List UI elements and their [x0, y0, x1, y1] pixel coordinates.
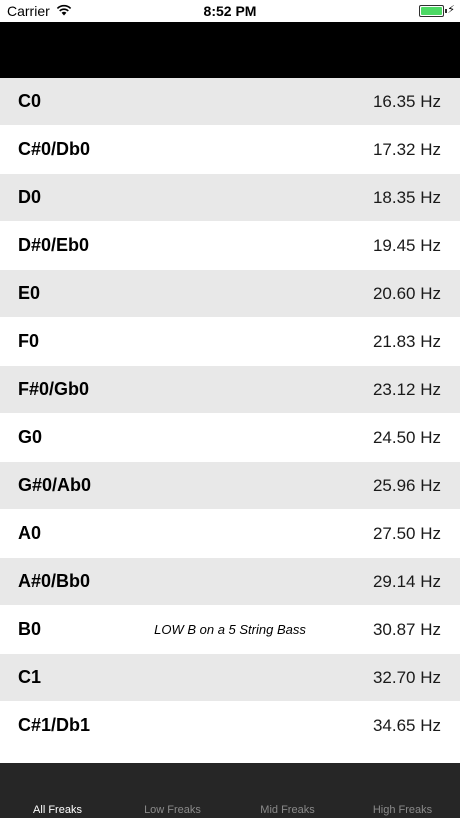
note-row[interactable]: B0 LOW B on a 5 String Bass 30.87 Hz — [0, 606, 460, 654]
tab-mid-freaks[interactable]: Mid Freaks — [230, 763, 345, 818]
note-frequency-list[interactable]: C0 16.35 Hz C#0/Db0 17.32 Hz D0 18.35 Hz D#0/E… — [0, 78, 460, 763]
note-row[interactable]: D0 18.35 Hz — [0, 174, 460, 222]
note-name: C#1/Db1 — [18, 715, 91, 735]
note-row[interactable]: A#0/Bb0 29.14 Hz — [0, 558, 460, 606]
note-frequency: 18.35 Hz — [372, 187, 441, 207]
note-name: A#0/Bb0 — [18, 571, 91, 591]
charging-icon: ⚡ — [447, 4, 455, 16]
note-row[interactable]: C#0/Db0 17.32 Hz — [0, 126, 460, 174]
tab-label: Mid Freaks — [260, 804, 315, 816]
tab-all-freaks[interactable]: All Freaks — [0, 763, 115, 818]
tab-low-freaks[interactable]: Low Freaks — [115, 763, 230, 818]
note-row[interactable]: G#0/Ab0 25.96 Hz — [0, 462, 460, 510]
note-name: F#0/Gb0 — [18, 379, 90, 399]
note-name: A0 — [18, 523, 42, 543]
note-frequency: 25.96 Hz — [372, 475, 441, 495]
note-frequency: 30.87 Hz — [372, 619, 441, 639]
note-frequency: 34.65 Hz — [372, 715, 441, 735]
note-row[interactable]: C0 16.35 Hz — [0, 78, 460, 126]
note-row[interactable]: F0 21.83 Hz — [0, 318, 460, 366]
note-row[interactable]: D#0/Eb0 19.45 Hz — [0, 222, 460, 270]
note-row[interactable]: C1 32.70 Hz — [0, 654, 460, 702]
note-name: C#0/Db0 — [18, 139, 91, 159]
note-name: C0 — [18, 91, 42, 111]
note-frequency: 29.14 Hz — [372, 571, 441, 591]
note-name: E0 — [18, 283, 41, 303]
note-name: G0 — [18, 427, 43, 447]
note-row[interactable]: A0 27.50 Hz — [0, 510, 460, 558]
note-row[interactable]: G0 24.50 Hz — [0, 414, 460, 462]
note-name: F0 — [18, 331, 40, 351]
tab-label: All Freaks — [33, 804, 82, 816]
note-frequency: 17.32 Hz — [372, 139, 441, 159]
note-frequency: 27.50 Hz — [372, 523, 441, 543]
tab-label: Low Freaks — [144, 804, 201, 816]
note-frequency: 19.45 Hz — [372, 235, 441, 255]
status-bar: Carrier 8:52 PM ⚡ — [0, 0, 460, 22]
note-row[interactable]: E0 20.60 Hz — [0, 270, 460, 318]
battery-level — [421, 7, 442, 15]
tab-high-freaks[interactable]: High Freaks — [345, 763, 460, 818]
tab-bar: All Freaks Low Freaks Mid Freaks High Freak… — [0, 763, 460, 818]
navigation-bar — [0, 22, 460, 78]
note-frequency: 23.12 Hz — [372, 379, 441, 399]
note-row[interactable]: F#0/Gb0 23.12 Hz — [0, 366, 460, 414]
note-name: D#0/Eb0 — [18, 235, 90, 255]
note-frequency: 21.83 Hz — [372, 331, 441, 351]
note-frequency: 16.35 Hz — [372, 91, 441, 111]
note-frequency: 20.60 Hz — [372, 283, 441, 303]
note-name: G#0/Ab0 — [18, 475, 92, 495]
note-name: C1 — [18, 667, 42, 687]
note-frequency: 32.70 Hz — [372, 667, 441, 687]
clock: 8:52 PM — [203, 3, 257, 19]
note-name: D0 — [18, 187, 42, 207]
tab-label: High Freaks — [372, 804, 433, 816]
battery-icon — [419, 5, 447, 17]
note-frequency: 24.50 Hz — [372, 427, 441, 447]
note-row[interactable]: C#1/Db1 34.65 Hz — [0, 702, 460, 750]
